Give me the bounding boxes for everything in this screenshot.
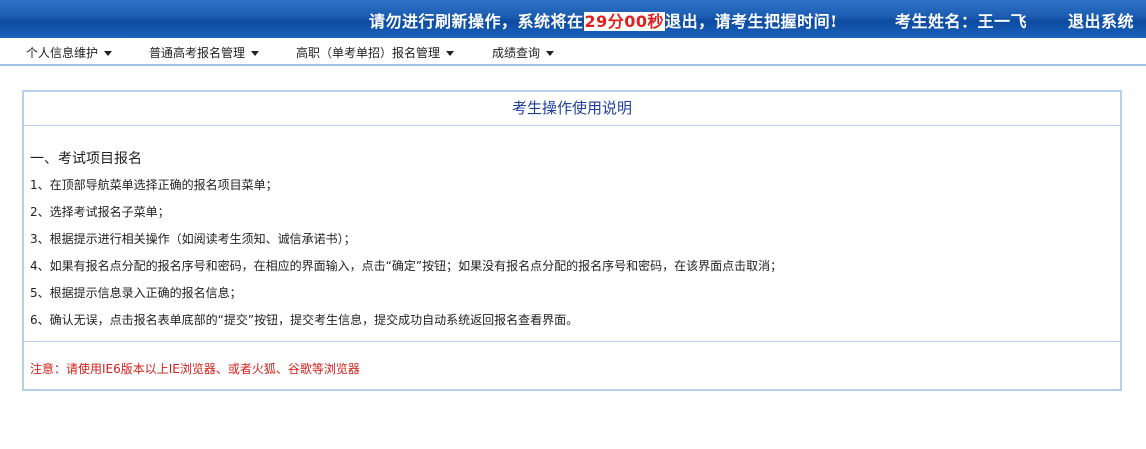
nav-item-label: 普通高考报名管理 — [149, 46, 246, 60]
countdown-timer: 29分00秒 — [583, 12, 666, 31]
instruction-step: 3、根据提示进行相关操作（如阅读考生须知、诚信承诺书）； — [30, 232, 356, 246]
chevron-down-icon — [251, 51, 260, 56]
nav-item-regular-gaokao[interactable]: 普通高考报名管理 — [149, 44, 260, 61]
instruction-step: 5、根据提示信息录入正确的报名信息； — [30, 286, 242, 300]
instruction-step: 6、确认无误，点击报名表单底部的“提交”按钮，提交考生信息，提交成功自动系统返回… — [30, 313, 579, 327]
instruction-step: 4、如果有报名点分配的报名序号和密码，在相应的界面输入，点击“确定”按钮；如果没… — [30, 259, 783, 273]
nav-item-score-query[interactable]: 成绩查询 — [492, 44, 555, 61]
nav-item-label: 个人信息维护 — [26, 46, 99, 60]
student-info: 考生姓名：王一飞 — [895, 8, 1027, 32]
chevron-down-icon — [104, 51, 113, 56]
instructions-panel: 考生操作使用说明 一、考试项目报名 1、在顶部导航菜单选择正确的报名项目菜单； … — [22, 90, 1122, 391]
chevron-down-icon — [446, 51, 455, 56]
logout-link[interactable]: 退出系统 — [1068, 8, 1134, 32]
nav-item-label: 成绩查询 — [492, 46, 541, 60]
nav-item-vocational[interactable]: 高职（单考单招）报名管理 — [296, 44, 455, 61]
session-timeout-notice: 请勿进行刷新操作，系统将在29分00秒退出，请考生把握时间! — [369, 8, 838, 32]
browser-note: 注意：请使用IE6版本以上IE浏览器、或者火狐、谷歌等浏览器 — [30, 362, 360, 376]
chevron-down-icon — [546, 51, 555, 56]
notice-prefix: 请勿进行刷新操作，系统将在 — [369, 12, 584, 31]
divider — [24, 341, 1120, 342]
section-heading: 一、考试项目报名 — [30, 151, 142, 167]
instruction-step: 2、选择考试报名子菜单； — [30, 205, 170, 219]
main-nav-menu: 个人信息维护 普通高考报名管理 高职（单考单招）报名管理 成绩查询 — [0, 38, 1146, 66]
top-header-bar: 请勿进行刷新操作，系统将在29分00秒退出，请考生把握时间! 考生姓名：王一飞 … — [0, 0, 1146, 38]
student-name: 王一飞 — [977, 12, 1028, 31]
nav-item-label: 高职（单考单招）报名管理 — [296, 46, 441, 60]
panel-title: 考生操作使用说明 — [24, 92, 1120, 126]
instruction-step: 1、在顶部导航菜单选择正确的报名项目菜单； — [30, 178, 278, 192]
nav-item-personal-info[interactable]: 个人信息维护 — [26, 44, 113, 61]
student-label: 考生姓名： — [895, 12, 978, 31]
notice-suffix: 退出，请考生把握时间! — [665, 12, 838, 31]
